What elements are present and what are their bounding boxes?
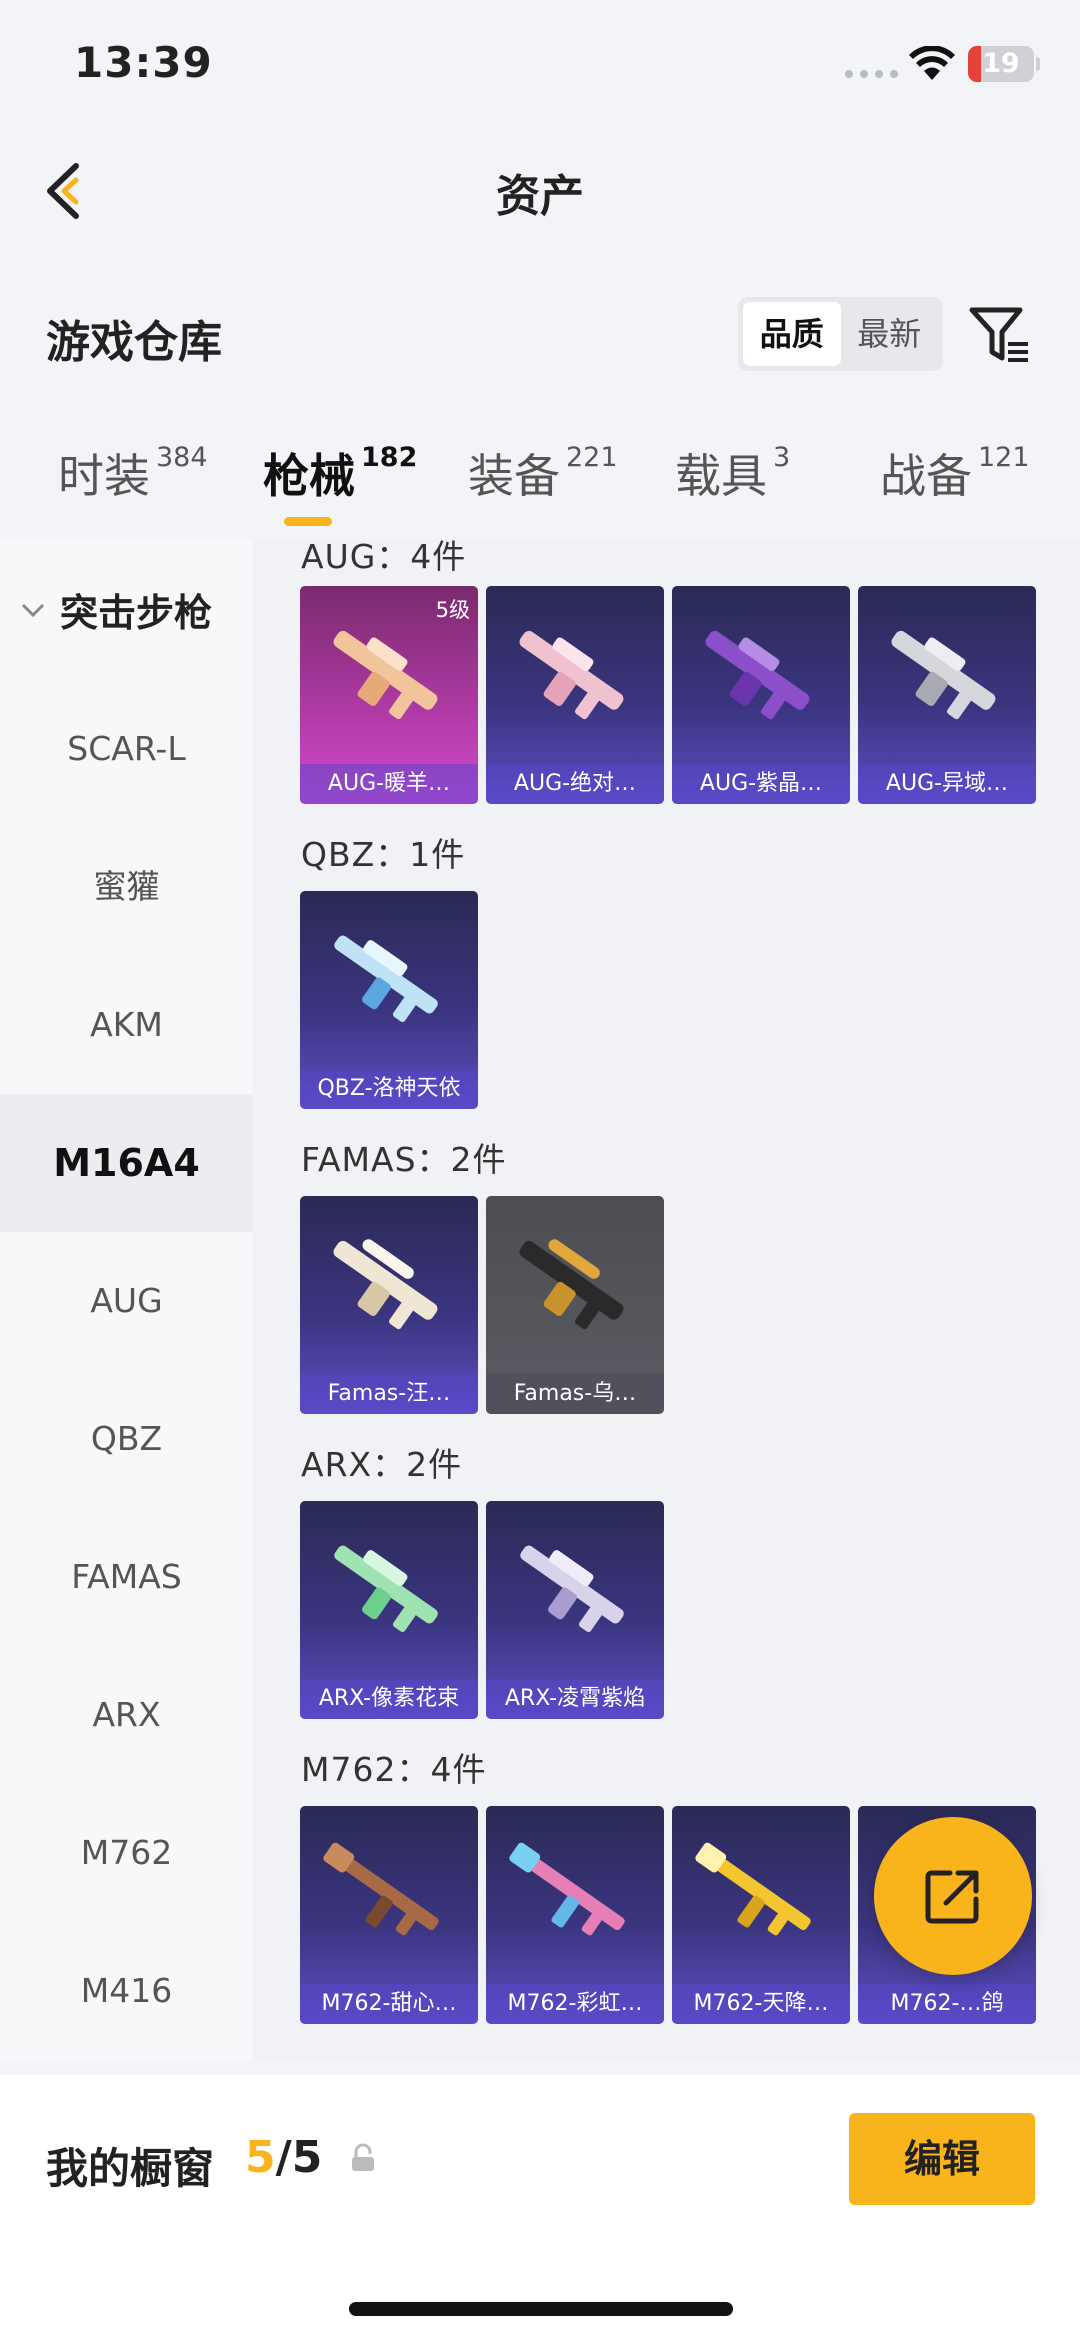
sidebar-item-arx[interactable]: ARX	[0, 1646, 253, 1784]
weapon-card[interactable]: Famas-汪…	[300, 1196, 478, 1414]
tab-equipment[interactable]: 装备 221	[468, 440, 618, 540]
card-name: Famas-汪…	[300, 1374, 478, 1414]
weapon-card[interactable]: AUG-紫晶…	[672, 586, 850, 804]
sort-newest-button[interactable]: 最新	[841, 302, 939, 366]
sort-quality-button[interactable]: 品质	[743, 302, 841, 366]
share-button[interactable]	[874, 1817, 1032, 1975]
group-title: FAMAS：2件	[301, 1140, 507, 1179]
group-title: AUG：4件	[301, 540, 467, 576]
rifle-icon	[334, 935, 438, 1022]
wifi-icon	[909, 46, 955, 80]
sidebar-item-honey-badger[interactable]: 蜜獾	[0, 818, 253, 956]
active-tab-indicator	[284, 517, 332, 526]
card-name: QBZ-洛神天依	[300, 1069, 478, 1109]
weapon-card[interactable]: Famas-乌…	[486, 1196, 664, 1414]
card-name: AUG-紫晶…	[672, 764, 850, 804]
weapon-card[interactable]: M762-彩虹…	[486, 1806, 664, 2024]
rifle-icon	[695, 1842, 811, 1936]
weapon-card[interactable]: QBZ-洛神天依	[300, 891, 478, 1109]
tab-supplies[interactable]: 战备 121	[880, 440, 1030, 540]
category-label: 突击步枪	[60, 591, 213, 635]
card-name: ARX-凌霄紫焰	[486, 1679, 664, 1719]
showcase-current: 5	[245, 2132, 276, 2183]
sidebar-item-aug[interactable]: AUG	[0, 1232, 253, 1370]
rifle-icon	[519, 630, 624, 720]
sidebar-item-akm[interactable]: AKM	[0, 956, 253, 1094]
weapon-card[interactable]: ARX-凌霄紫焰	[486, 1501, 664, 1719]
weapon-card[interactable]: 5级 AUG-暖羊…	[300, 586, 478, 804]
sidebar-item-m416[interactable]: M416	[0, 1922, 253, 2060]
card-level: 5级	[435, 598, 470, 622]
card-name: AUG-暖羊…	[300, 764, 478, 804]
sidebar-item-scar-l[interactable]: SCAR-L	[0, 680, 253, 818]
card-name: ARX-像素花束	[300, 1679, 478, 1719]
tab-count: 221	[566, 442, 618, 473]
card-name: M762-彩虹…	[486, 1984, 664, 2024]
group-title: QBZ：1件	[301, 835, 466, 874]
weapon-card[interactable]: M762-天降…	[672, 1806, 850, 2024]
rifle-icon	[323, 1842, 439, 1936]
tab-label: 战备	[880, 449, 972, 503]
edit-button[interactable]: 编辑	[849, 2113, 1035, 2205]
rifle-icon	[509, 1842, 625, 1936]
tab-label: 枪械	[263, 449, 355, 503]
tab-vehicles[interactable]: 载具 3	[675, 440, 790, 540]
page-title: 资产	[496, 171, 584, 222]
sidebar-item-m762[interactable]: M762	[0, 1784, 253, 1922]
tab-count: 3	[773, 442, 791, 473]
showcase-count: 5/5	[245, 2132, 322, 2183]
filter-icon[interactable]	[966, 302, 1032, 368]
battery-icon: 19	[968, 46, 1034, 82]
showcase-label: 我的橱窗	[46, 2144, 215, 2193]
tab-label: 装备	[468, 449, 560, 503]
status-time: 13:39	[74, 38, 213, 87]
sidebar-item-qbz[interactable]: QBZ	[0, 1370, 253, 1508]
weapon-sidebar: 突击步枪 SCAR-L 蜜獾 AKM M16A4 AUG QBZ FAMAS A…	[0, 540, 253, 2060]
tab-label: 载具	[675, 449, 767, 503]
group-title: M762：4件	[301, 1750, 487, 1789]
tab-count: 384	[156, 442, 208, 473]
rifle-icon	[705, 630, 810, 720]
battery-cap	[1036, 57, 1040, 71]
weapon-card[interactable]: AUG-绝对…	[486, 586, 664, 804]
category-tabs: 时装 384 枪械 182 装备 221 载具 3 战备 121	[0, 440, 1080, 540]
card-name: M762-…鸽	[858, 1984, 1036, 2024]
weapon-card[interactable]: M762-甜心…	[300, 1806, 478, 2024]
rifle-icon	[334, 1545, 438, 1632]
showcase-total: /5	[275, 2132, 323, 2183]
sort-toggle: 品质 最新	[738, 297, 943, 371]
rifle-icon	[891, 630, 996, 720]
warehouse-title: 游戏仓库	[46, 317, 222, 368]
card-name: AUG-绝对…	[486, 764, 664, 804]
status-bar: 13:39 19	[0, 0, 1080, 130]
tab-count: 182	[361, 442, 418, 473]
rifle-icon	[519, 1239, 624, 1330]
sidebar-item-m16a4[interactable]: M16A4	[0, 1094, 253, 1232]
sidebar-item-famas[interactable]: FAMAS	[0, 1508, 253, 1646]
tab-fashion[interactable]: 时装 384	[58, 440, 208, 540]
share-icon	[925, 1870, 979, 1924]
card-name: AUG-异域…	[858, 764, 1036, 804]
showcase-bar: 我的橱窗 5/5 编辑	[0, 2075, 1080, 2339]
lock-icon	[352, 2143, 374, 2171]
battery-text: 19	[982, 48, 1020, 79]
group-title: ARX：2件	[301, 1445, 463, 1484]
card-name: M762-甜心…	[300, 1984, 478, 2024]
rifle-icon	[333, 1239, 438, 1330]
tab-count: 121	[978, 442, 1030, 473]
category-header[interactable]: 突击步枪	[20, 582, 212, 637]
signal-dots-icon	[845, 70, 898, 78]
home-indicator	[349, 2302, 733, 2316]
rifle-icon	[520, 1545, 624, 1632]
chevron-down-icon	[21, 603, 45, 617]
card-name: Famas-乌…	[486, 1374, 664, 1414]
weapon-card[interactable]: ARX-像素花束	[300, 1501, 478, 1719]
tab-label: 时装	[58, 449, 150, 503]
rifle-icon	[333, 630, 438, 720]
weapon-card[interactable]: AUG-异域…	[858, 586, 1036, 804]
card-name: M762-天降…	[672, 1984, 850, 2024]
